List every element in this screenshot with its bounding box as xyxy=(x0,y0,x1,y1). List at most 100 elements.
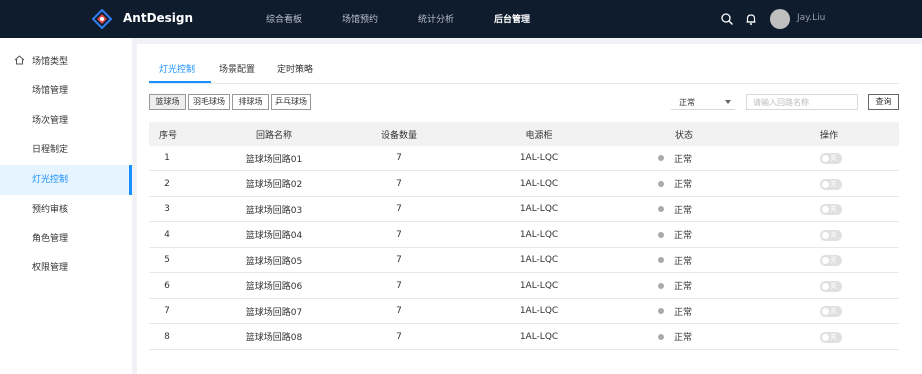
status-dot-icon xyxy=(658,155,664,161)
tab-active-indicator xyxy=(149,81,211,83)
tab-timer-strategy[interactable]: 定时策略 xyxy=(277,62,313,75)
device-count: 7 xyxy=(396,306,402,316)
venue-button-volleyball[interactable]: 排球场 xyxy=(232,94,269,110)
switch-label: 关 xyxy=(830,332,837,341)
light-switch-toggle[interactable]: 关 xyxy=(820,178,842,190)
status-dot-icon xyxy=(658,180,664,187)
status-cell: 正常 xyxy=(658,325,692,349)
switch-label: 关 xyxy=(830,205,837,213)
switch-knob xyxy=(822,333,829,341)
avatar[interactable] xyxy=(770,9,790,29)
light-switch-toggle[interactable]: 关 xyxy=(820,204,842,215)
power-cabinet: 1AL-LQC xyxy=(519,229,559,240)
row-index: 8 xyxy=(164,331,170,342)
row-index: 3 xyxy=(164,204,170,214)
device-count: 7 xyxy=(396,255,402,265)
status-cell: 正常 xyxy=(658,146,692,170)
tab-lighting-control[interactable]: 灯光控制 xyxy=(159,62,195,75)
main-panel: 灯光控制 场景配置 定时策略 篮球场 羽毛球场 排球场 乒乓球场 正常 查询 序… xyxy=(137,44,922,374)
device-count: 7 xyxy=(396,280,402,291)
column-header-device-count: 设备数量 xyxy=(380,130,417,141)
status-dot-icon xyxy=(658,308,664,314)
circuit-name: 篮球场回路04 xyxy=(245,231,303,241)
device-count: 7 xyxy=(396,178,402,189)
nav-item-dashboard[interactable]: 综合看板 xyxy=(266,12,302,25)
venue-button-pingpong[interactable]: 乒乓球场 xyxy=(271,94,311,110)
row-index: 7 xyxy=(164,306,170,316)
circuit-search-input[interactable] xyxy=(746,94,858,110)
status-dot-icon xyxy=(658,206,664,212)
status-text: 正常 xyxy=(674,333,693,343)
home-icon xyxy=(14,55,25,65)
light-switch-toggle[interactable]: 关 xyxy=(820,280,842,292)
status-cell: 正常 xyxy=(658,299,692,323)
nav-item-admin[interactable]: 后台管理 xyxy=(494,12,530,25)
status-text: 正常 xyxy=(674,205,693,216)
antdesign-logo-icon[interactable] xyxy=(92,9,112,29)
light-switch-toggle[interactable]: 关 xyxy=(820,153,842,164)
status-text: 正常 xyxy=(674,231,693,241)
switch-label: 关 xyxy=(830,179,837,188)
status-text: 正常 xyxy=(674,282,693,292)
sidebar-item-role-management[interactable]: 角色管理 xyxy=(0,224,132,254)
switch-knob xyxy=(822,282,829,290)
sidebar-item-venue-management[interactable]: 场馆管理 xyxy=(0,76,132,106)
nav-item-venue-booking[interactable]: 场馆预约 xyxy=(342,12,378,25)
row-index: 5 xyxy=(164,255,170,265)
table-header: 序号 回路名称 设备数量 电源柜 状态 操作 xyxy=(149,122,899,146)
power-cabinet: 1AL-LQC xyxy=(519,280,559,291)
light-switch-toggle[interactable]: 关 xyxy=(820,229,842,241)
sidebar-group-label: 场馆类型 xyxy=(32,57,69,67)
status-text: 正常 xyxy=(674,154,693,165)
switch-label: 关 xyxy=(830,154,837,162)
device-count: 7 xyxy=(396,153,402,163)
status-text: 正常 xyxy=(674,256,693,267)
light-switch-toggle[interactable]: 关 xyxy=(820,331,842,343)
device-count: 7 xyxy=(396,229,402,240)
status-cell: 正常 xyxy=(658,274,692,298)
power-cabinet: 1AL-LQC xyxy=(519,178,559,189)
status-cell: 正常 xyxy=(658,248,692,272)
switch-knob xyxy=(822,257,829,264)
switch-label: 关 xyxy=(830,281,837,290)
circuit-name: 篮球场回路05 xyxy=(245,256,303,267)
light-switch-toggle[interactable]: 关 xyxy=(820,306,842,317)
status-select[interactable]: 正常 xyxy=(671,94,735,110)
row-index: 4 xyxy=(164,229,170,240)
table-row: 2 篮球场回路02 7 1AL-LQC 正常 关 xyxy=(149,171,899,197)
switch-knob xyxy=(822,180,829,188)
sidebar-item-session-management[interactable]: 场次管理 xyxy=(0,106,132,136)
status-select-value: 正常 xyxy=(679,98,695,107)
tab-scene-config[interactable]: 场景配置 xyxy=(219,62,255,75)
row-index: 6 xyxy=(164,280,170,291)
power-cabinet: 1AL-LQC xyxy=(519,153,559,163)
switch-label: 关 xyxy=(830,230,837,239)
sidebar-item-booking-review[interactable]: 预约审核 xyxy=(0,195,132,225)
venue-button-basketball[interactable]: 篮球场 xyxy=(149,94,186,110)
status-dot-icon xyxy=(658,282,664,289)
power-cabinet: 1AL-LQC xyxy=(519,331,559,342)
switch-knob xyxy=(822,231,829,239)
username[interactable]: Jay.Liu xyxy=(797,13,825,23)
search-icon[interactable] xyxy=(720,12,734,26)
light-switch-toggle[interactable]: 关 xyxy=(820,255,842,266)
status-dot-icon xyxy=(658,231,664,238)
column-header-index: 序号 xyxy=(159,130,178,141)
venue-button-badminton[interactable]: 羽毛球场 xyxy=(188,94,230,110)
sidebar-item-lighting-control[interactable]: 灯光控制 xyxy=(0,165,132,195)
table-row: 1 篮球场回路01 7 1AL-LQC 正常 关 xyxy=(149,146,899,171)
query-button[interactable]: 查询 xyxy=(868,94,899,110)
sidebar-item-permission-management[interactable]: 权限管理 xyxy=(0,253,132,283)
switch-knob xyxy=(822,308,829,315)
column-header-action: 操作 xyxy=(819,130,838,141)
sidebar-item-schedule[interactable]: 日程制定 xyxy=(0,135,132,165)
row-index: 2 xyxy=(164,178,170,189)
switch-label: 关 xyxy=(830,256,837,264)
status-dot-icon xyxy=(658,333,664,340)
switch-label: 关 xyxy=(830,307,837,315)
bell-icon[interactable] xyxy=(744,12,758,26)
circuit-name: 篮球场回路01 xyxy=(245,154,303,165)
nav-item-statistics[interactable]: 统计分析 xyxy=(418,12,454,25)
status-cell: 正常 xyxy=(658,197,692,221)
switch-knob xyxy=(822,206,829,213)
